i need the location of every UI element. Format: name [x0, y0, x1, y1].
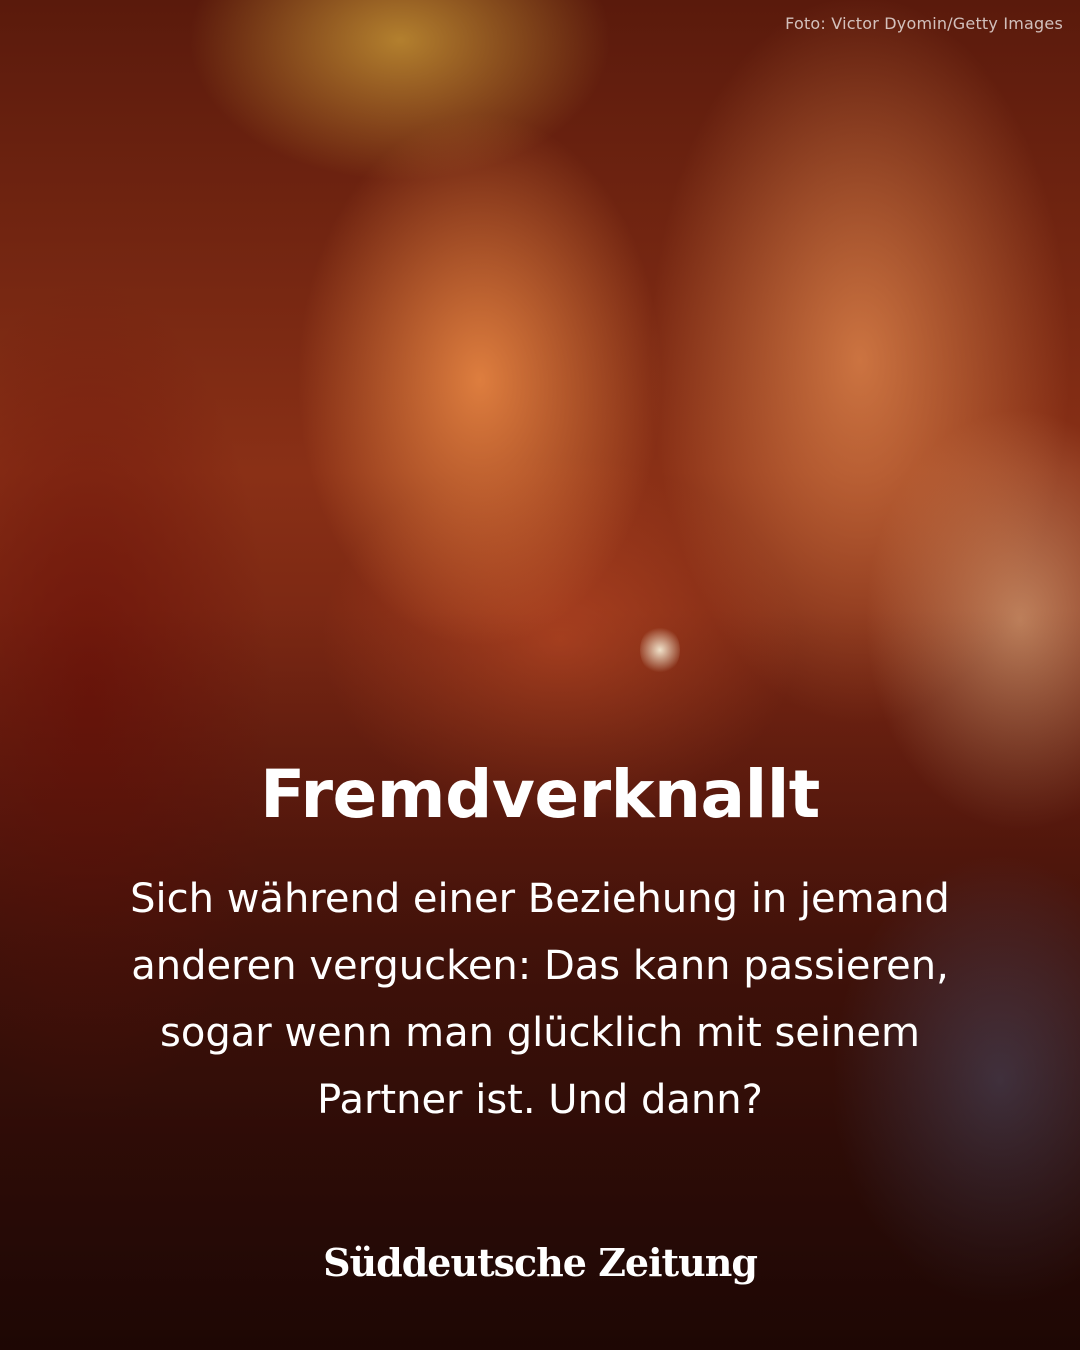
- social-card: Foto: Victor Dyomin/Getty Images Fremdve…: [0, 0, 1080, 1350]
- photo-credit: Foto: Victor Dyomin/Getty Images: [785, 14, 1063, 33]
- background-photo-overlay: [0, 0, 1080, 1350]
- brand-logo: Süddeutsche Zeitung: [323, 1240, 758, 1285]
- article-teaser: Sich während einer Beziehung in jemand a…: [130, 876, 950, 1123]
- article-title: Fremdverknallt: [260, 756, 820, 833]
